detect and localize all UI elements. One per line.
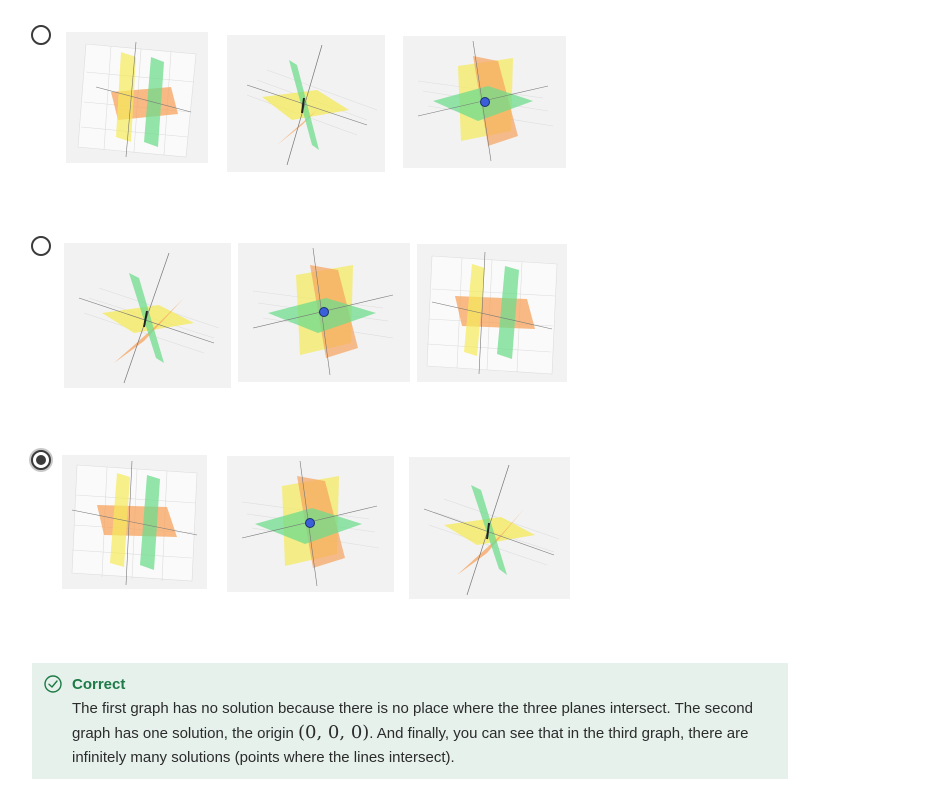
option-3-graph-1 xyxy=(62,455,207,589)
feedback-panel: Correct The first graph has no solution … xyxy=(32,663,788,779)
option-1-graph-3 xyxy=(403,36,566,168)
feedback-math: (0, 0, 0) xyxy=(298,722,370,743)
option-2-graph-2 xyxy=(238,243,410,382)
option-2-radio[interactable] xyxy=(31,236,51,256)
check-circle-icon xyxy=(44,675,62,693)
option-2-graph-3 xyxy=(417,244,567,382)
option-1-radio[interactable] xyxy=(31,25,51,45)
parallel-planes-graph xyxy=(71,460,198,586)
option-3-graph-2 xyxy=(227,456,394,592)
option-2-graph-1 xyxy=(64,243,231,388)
line-intersection-graph xyxy=(78,252,220,384)
feedback-text: The first graph has no solution because … xyxy=(72,697,772,770)
single-point-graph xyxy=(252,247,394,376)
line-intersection-graph xyxy=(423,464,560,596)
parallel-planes-graph xyxy=(77,41,197,158)
parallel-planes-graph xyxy=(426,251,558,375)
option-1-graph-2 xyxy=(227,35,385,172)
single-point-graph xyxy=(417,40,554,162)
option-3-graph-3 xyxy=(409,457,570,599)
line-intersection-graph xyxy=(246,44,378,166)
option-3-radio[interactable] xyxy=(31,450,51,470)
option-1-graph-1 xyxy=(66,32,208,163)
feedback-status: Correct xyxy=(72,676,126,693)
single-point-graph xyxy=(241,460,380,587)
